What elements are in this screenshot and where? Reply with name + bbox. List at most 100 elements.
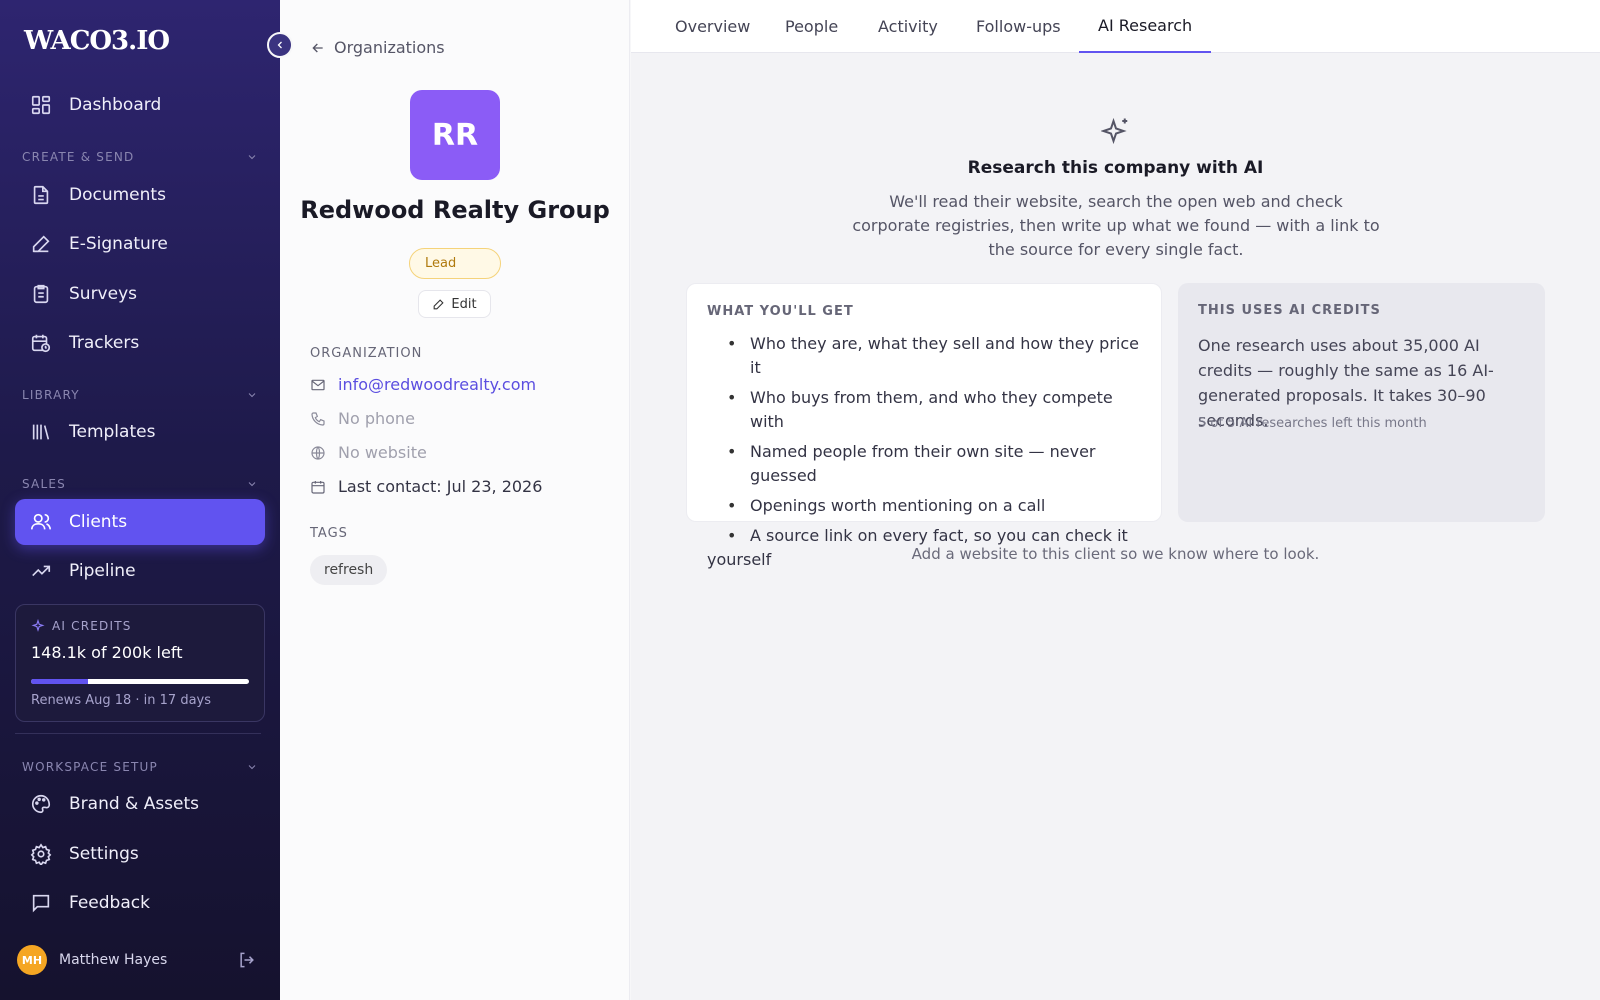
email-row[interactable]: info@redwoodrealty.com: [310, 375, 536, 394]
logout-icon[interactable]: [237, 950, 257, 970]
sidebar-item-label: Dashboard: [69, 95, 162, 115]
pencil-icon: [434, 298, 445, 309]
sidebar-item-settings[interactable]: Settings: [15, 831, 265, 877]
trending-up-icon: [29, 559, 53, 583]
what-you-get-heading: WHAT YOU'LL GET: [707, 304, 854, 319]
last-contact-value: Last contact: Jul 23, 2026: [338, 477, 543, 496]
sparkle-icon: [31, 619, 45, 632]
email-link[interactable]: info@redwoodrealty.com: [338, 375, 536, 394]
back-link-label: Organizations: [334, 38, 445, 57]
last-contact-row: Last contact: Jul 23, 2026: [310, 477, 542, 496]
section-label-text: LIBRARY: [22, 388, 80, 402]
organization-panel: Organizations RR Redwood Realty Group Le…: [280, 0, 630, 1000]
dashboard-icon: [29, 93, 53, 117]
chevron-down-icon: [248, 765, 256, 770]
ai-credits-header: AI CREDITS: [31, 619, 132, 633]
tab-activity[interactable]: Activity: [878, 0, 938, 53]
pen-icon: [29, 232, 53, 256]
sidebar-divider: [15, 733, 261, 734]
benefits-list: Who they are, what they sell and how the…: [707, 332, 1147, 578]
list-item: Openings worth mentioning on a call: [707, 494, 1147, 518]
chevron-down-icon: [248, 482, 256, 487]
sidebar-item-surveys[interactable]: Surveys: [15, 271, 265, 317]
section-library[interactable]: LIBRARY: [22, 388, 258, 402]
sidebar-item-label: Clients: [69, 512, 128, 532]
tab-ai-research[interactable]: AI Research: [1079, 0, 1212, 53]
section-create-send[interactable]: CREATE & SEND: [22, 150, 258, 164]
sidebar-item-brand-assets[interactable]: Brand & Assets: [15, 781, 265, 827]
arrow-left-icon: [312, 43, 323, 52]
sidebar-item-documents[interactable]: Documents: [15, 172, 265, 218]
collapse-sidebar-button[interactable]: [267, 32, 293, 58]
ai-credits-info-heading: THIS USES AI CREDITS: [1198, 303, 1381, 318]
sidebar-item-templates[interactable]: Templates: [15, 409, 265, 455]
section-workspace-setup[interactable]: WORKSPACE SETUP: [22, 760, 258, 774]
sidebar-item-label: Trackers: [69, 333, 140, 353]
edit-button-label: Edit: [451, 296, 477, 312]
sidebar-item-feedback[interactable]: Feedback: [15, 880, 265, 926]
sidebar-item-label: Documents: [69, 185, 166, 205]
sidebar: WACO3.IO Dashboard CREATE & SEND Documen…: [0, 0, 280, 1000]
main-content: Overview People Activity Follow-ups AI R…: [631, 0, 1600, 1000]
user-name: Matthew Hayes: [59, 952, 168, 968]
organization-avatar: RR: [410, 90, 500, 180]
tab-follow-ups[interactable]: Follow-ups: [976, 0, 1061, 53]
list-item: Who they are, what they sell and how the…: [707, 332, 1147, 380]
website-row: No website: [310, 443, 427, 462]
list-item: Named people from their own site — never…: [707, 440, 1147, 488]
sidebar-item-label: Brand & Assets: [69, 794, 200, 814]
sidebar-item-label: Pipeline: [69, 561, 136, 581]
sidebar-item-label: Feedback: [69, 893, 150, 913]
what-you-get-card: WHAT YOU'LL GET Who they are, what they …: [686, 283, 1162, 569]
phone-value: No phone: [338, 409, 415, 428]
ai-credits-label: AI CREDITS: [52, 619, 132, 633]
ai-credits-amount: 148.1k of 200k left: [31, 643, 183, 662]
tags-section-label: TAGS: [310, 526, 348, 541]
research-title: Research this company with AI: [967, 158, 1264, 178]
back-to-organizations-link[interactable]: Organizations: [310, 38, 445, 57]
globe-icon: [310, 445, 328, 461]
sidebar-item-trackers[interactable]: Trackers: [15, 320, 265, 366]
section-label-text: SALES: [22, 477, 66, 491]
calendar-icon: [310, 479, 328, 495]
phone-icon: [310, 411, 328, 427]
sidebar-item-esignature[interactable]: E-Signature: [15, 221, 265, 267]
sparkle-icon: [1101, 117, 1128, 145]
organization-name: Redwood Realty Group: [300, 196, 610, 224]
organization-section-label: ORGANIZATION: [310, 346, 423, 361]
status-badge[interactable]: Lead: [409, 248, 501, 279]
chevron-down-icon: [248, 393, 256, 398]
add-website-hint: Add a website to this client so we know …: [911, 545, 1320, 563]
sidebar-item-dashboard[interactable]: Dashboard: [15, 82, 265, 128]
tab-overview[interactable]: Overview: [675, 0, 750, 53]
calendar-clock-icon: [29, 331, 53, 355]
avatar: MH: [17, 945, 47, 975]
sidebar-item-label: Settings: [69, 844, 139, 864]
sidebar-item-clients[interactable]: Clients: [15, 499, 265, 545]
palette-icon: [29, 792, 53, 816]
tag-chip[interactable]: refresh: [310, 555, 388, 585]
user-profile[interactable]: MH Matthew Hayes: [17, 945, 257, 975]
section-label-text: WORKSPACE SETUP: [22, 760, 158, 774]
sidebar-item-pipeline[interactable]: Pipeline: [15, 548, 265, 594]
app-logo[interactable]: WACO3.IO: [24, 26, 170, 56]
mail-icon: [310, 377, 328, 393]
library-icon: [29, 420, 53, 444]
ai-credits-progress-fill: [31, 679, 88, 684]
sidebar-item-label: Templates: [69, 422, 156, 442]
sidebar-item-label: Surveys: [69, 284, 137, 304]
chevron-down-icon: [248, 155, 256, 160]
document-icon: [29, 183, 53, 207]
sidebar-item-label: E-Signature: [69, 234, 168, 254]
ai-credits-card[interactable]: AI CREDITS 148.1k of 200k left Renews Au…: [15, 604, 265, 722]
ai-credits-renewal: Renews Aug 18 · in 17 days: [31, 693, 212, 708]
list-item: Who buys from them, and who they compete…: [707, 386, 1147, 434]
clipboard-icon: [29, 282, 53, 306]
researches-remaining: 5 of 5 AI researches left this month: [1198, 416, 1427, 431]
tab-bar: Overview People Activity Follow-ups AI R…: [631, 0, 1600, 53]
section-sales[interactable]: SALES: [22, 477, 258, 491]
edit-button[interactable]: Edit: [418, 290, 491, 318]
chevron-left-icon: [277, 41, 282, 49]
tab-people[interactable]: People: [785, 0, 838, 53]
website-value: No website: [338, 443, 427, 462]
